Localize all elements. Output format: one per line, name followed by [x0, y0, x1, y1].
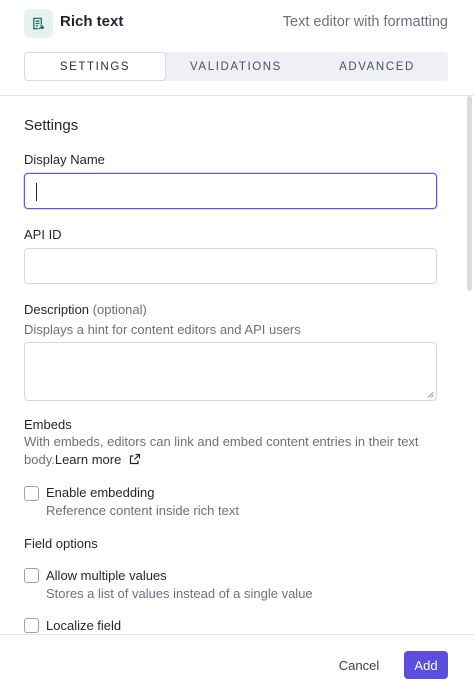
description-label-text: Description: [24, 302, 90, 317]
section-title: Settings: [24, 117, 79, 134]
settings-panel: Settings Display Name API ID Description…: [0, 96, 474, 635]
tab-advanced[interactable]: ADVANCED: [306, 52, 448, 81]
enable-embedding-hint: Reference content inside rich text: [46, 503, 239, 518]
dialog-footer: Cancel Add: [0, 634, 474, 690]
rich-text-icon: [24, 9, 53, 38]
display-name-label: Display Name: [24, 152, 105, 167]
resize-handle-icon[interactable]: [427, 391, 434, 398]
scrollbar-thumb[interactable]: [467, 96, 472, 291]
display-name-input[interactable]: [24, 173, 437, 209]
field-options-title: Field options: [24, 536, 98, 551]
description-textarea[interactable]: [24, 342, 437, 401]
allow-multiple-hint: Stores a list of values instead of a sin…: [46, 586, 313, 601]
add-button[interactable]: Add: [404, 651, 448, 679]
text-caret: [36, 183, 37, 201]
localize-field-checkbox[interactable]: [24, 618, 39, 633]
allow-multiple-label: Allow multiple values: [46, 568, 167, 583]
optional-tag: (optional): [92, 302, 147, 317]
embeds-title: Embeds: [24, 417, 72, 432]
embeds-description: With embeds, editors can link and embed …: [24, 433, 424, 469]
tab-settings[interactable]: SETTINGS: [24, 52, 166, 81]
api-id-input[interactable]: [24, 248, 437, 284]
learn-more-label: Learn more: [54, 452, 122, 467]
dialog-subtitle: Text editor with formatting: [282, 14, 448, 30]
localize-field-label: Localize field: [46, 618, 122, 633]
cancel-button[interactable]: Cancel: [330, 651, 388, 679]
learn-more-link[interactable]: Learn more: [55, 452, 141, 467]
dialog-title: Rich text: [60, 13, 124, 30]
tab-validations[interactable]: VALIDATIONS: [166, 52, 306, 81]
description-hint: Displays a hint for content editors and …: [24, 322, 301, 337]
tab-bar: SETTINGS VALIDATIONS ADVANCED: [24, 52, 448, 81]
dialog-header: Rich text Text editor with formatting SE…: [0, 0, 474, 96]
description-label: Description (optional): [24, 302, 147, 317]
external-link-icon: [129, 453, 141, 465]
enable-embedding-checkbox[interactable]: [24, 486, 39, 501]
enable-embedding-label: Enable embedding: [46, 485, 155, 500]
allow-multiple-checkbox[interactable]: [24, 568, 39, 583]
api-id-label: API ID: [24, 227, 62, 242]
